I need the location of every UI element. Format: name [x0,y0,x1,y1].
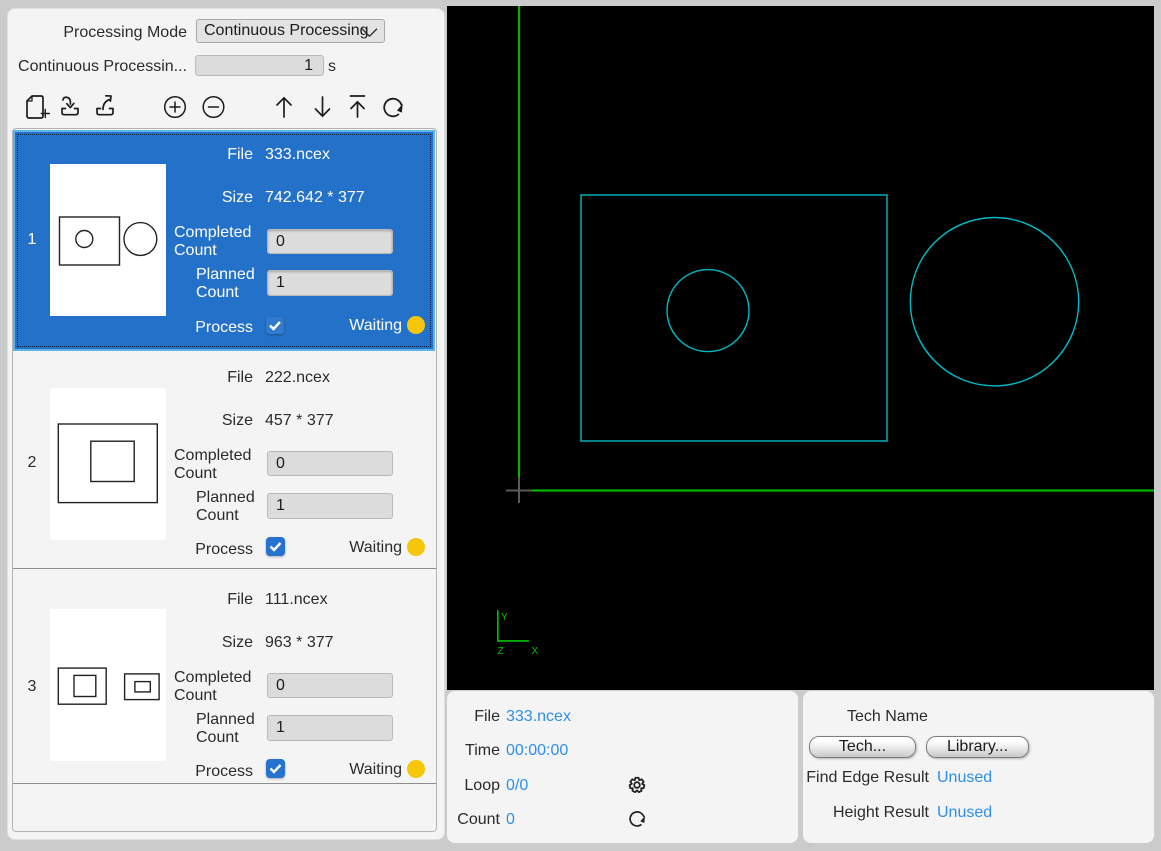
svg-text:Z: Z [498,646,504,657]
svg-text:Y: Y [501,612,508,623]
svg-text:X: X [532,646,539,657]
